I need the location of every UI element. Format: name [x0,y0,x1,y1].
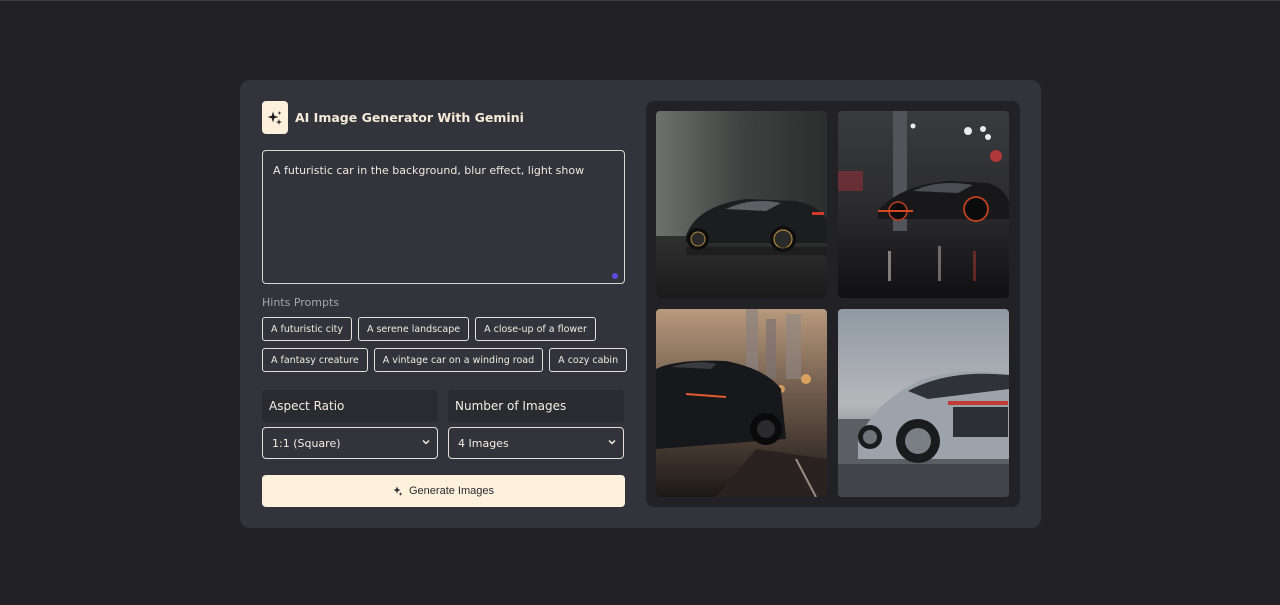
generate-images-button[interactable]: Generate Images [262,475,625,507]
app-header: AI Image Generator With Gemini [262,101,524,134]
generated-image-1[interactable] [656,111,827,298]
hint-chip[interactable]: A close-up of a flower [475,317,596,341]
generated-image-3[interactable] [656,309,827,497]
sparkle-icon [393,486,403,496]
number-of-images-select[interactable]: 4 Images [448,427,624,459]
hint-chip[interactable]: A futuristic city [262,317,352,341]
generated-image-2[interactable] [838,111,1009,298]
hint-chips-row: A fantasy creature A vintage car on a wi… [262,348,628,372]
chevron-down-icon [608,439,616,445]
aspect-ratio-select[interactable]: 1:1 (Square) [262,427,438,459]
hints-label: Hints Prompts [262,296,340,309]
image-gallery [646,101,1020,507]
generator-card: AI Image Generator With Gemini A futuris… [240,80,1041,528]
number-of-images-value: 4 Images [458,436,509,450]
aspect-ratio-value: 1:1 (Square) [272,436,341,450]
number-of-images-label: Number of Images [448,390,624,422]
hint-chip[interactable]: A cozy cabin [549,348,628,372]
chevron-down-icon [422,439,430,445]
hint-chip[interactable]: A fantasy creature [262,348,368,372]
sparkle-logo-icon [262,101,288,134]
generate-images-label: Generate Images [409,485,494,497]
hint-chip[interactable]: A serene landscape [357,317,470,341]
generated-image-4[interactable] [838,309,1009,497]
hint-chips-row: A futuristic city A serene landscape A c… [262,317,596,341]
window-top-border [0,0,1280,1]
prompt-input[interactable]: A futuristic car in the background, blur… [262,150,625,284]
grammar-assistant-icon[interactable] [612,273,618,279]
page-title: AI Image Generator With Gemini [295,110,524,125]
hint-chip[interactable]: A vintage car on a winding road [373,348,544,372]
aspect-ratio-label: Aspect Ratio [262,390,438,422]
